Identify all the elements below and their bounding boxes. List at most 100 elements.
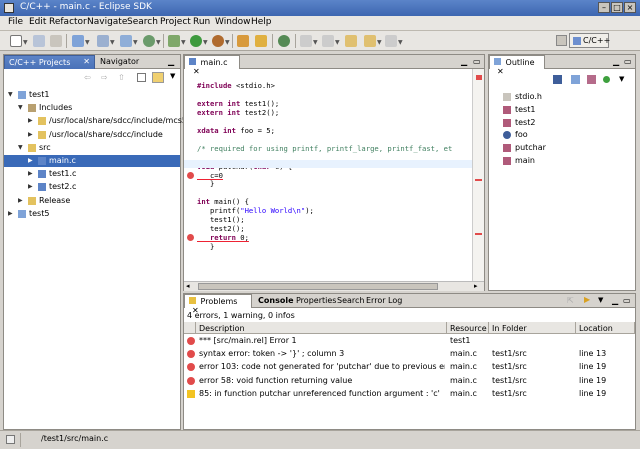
external-tools-icon[interactable] xyxy=(212,35,224,47)
collapse-icon[interactable]: ▼ xyxy=(18,144,23,151)
column-in-folder[interactable]: In Folder xyxy=(489,322,576,334)
perspective-switcher[interactable]: C/C++ xyxy=(569,33,610,48)
outline-item[interactable]: stdio.h xyxy=(489,91,635,103)
code-line[interactable]: c=0 xyxy=(197,171,223,180)
maximize-icon[interactable]: ▭ xyxy=(473,57,481,66)
expand-icon[interactable]: ▶ xyxy=(28,131,33,138)
hide-static-icon[interactable] xyxy=(587,75,596,84)
search-icon[interactable] xyxy=(255,35,267,47)
menu-search[interactable]: Search xyxy=(127,17,158,27)
outline-item[interactable]: test2 xyxy=(489,117,635,129)
back-icon[interactable] xyxy=(364,35,376,47)
tab-cpp-projects[interactable]: C/C++ Projects ✕ xyxy=(4,55,95,69)
close-icon[interactable]: ✕ xyxy=(497,67,504,76)
code-line[interactable]: test2(); xyxy=(197,224,245,233)
close-icon[interactable]: ✕ xyxy=(83,57,90,66)
code-line[interactable]: extern int test2(); xyxy=(197,108,279,117)
maximize-button[interactable]: □ xyxy=(611,2,623,13)
build-icon[interactable] xyxy=(143,35,155,47)
minimize-icon[interactable]: ▁ xyxy=(612,296,618,305)
expand-icon[interactable]: ▶ xyxy=(28,157,33,164)
link-editor-icon[interactable] xyxy=(152,72,164,83)
chevron-down-icon[interactable]: ▼ xyxy=(23,39,28,46)
problem-row[interactable]: error 103: code not generated for 'putch… xyxy=(184,361,635,373)
filter-icon[interactable]: ▶ xyxy=(584,295,590,304)
tree-item[interactable]: ▶ main.c xyxy=(4,155,180,167)
horizontal-scrollbar[interactable]: ◂ ▸ xyxy=(184,281,484,291)
tree-item[interactable]: ▶ Release xyxy=(4,195,180,207)
code-line[interactable]: int main() { xyxy=(197,197,249,206)
forward-icon[interactable] xyxy=(385,35,397,47)
expand-icon[interactable]: ▶ xyxy=(28,117,33,124)
view-menu-icon[interactable]: ▼ xyxy=(170,72,175,80)
tree-item[interactable]: ▶ test1.c xyxy=(4,168,180,180)
collapse-icon[interactable]: ▼ xyxy=(18,104,23,111)
tree-item[interactable]: ▼ Includes xyxy=(4,102,180,114)
outline-item[interactable]: main xyxy=(489,155,635,167)
new-class-icon[interactable] xyxy=(120,35,132,47)
forward-icon[interactable]: ⇨ xyxy=(101,73,111,82)
menu-run[interactable]: Run xyxy=(193,17,210,27)
minimize-button[interactable]: – xyxy=(598,2,610,13)
problem-row[interactable]: *** [src/main.rel] Error 1 test1 xyxy=(184,335,635,347)
hide-fields-icon[interactable] xyxy=(571,75,580,84)
back-icon[interactable]: ⇦ xyxy=(84,73,94,82)
tab-main-c[interactable]: main.c ✕ xyxy=(184,55,240,76)
minimize-icon[interactable]: ▁ xyxy=(168,57,174,66)
code-line[interactable]: /* required for using printf, printf_lar… xyxy=(197,144,452,153)
menu-help[interactable]: Help xyxy=(251,17,272,27)
collapse-icon[interactable]: ▼ xyxy=(8,91,13,98)
code-line[interactable]: printf("Hello World\n"); xyxy=(197,206,314,215)
menu-file[interactable]: File xyxy=(8,17,23,27)
sort-icon[interactable] xyxy=(553,75,562,84)
error-marker[interactable] xyxy=(475,179,482,181)
outline-item[interactable]: test1 xyxy=(489,104,635,116)
fast-view-icon[interactable] xyxy=(6,435,15,444)
tab-error-log[interactable]: Error Log xyxy=(362,294,406,308)
problem-row[interactable]: 85: in function putchar unreferenced fun… xyxy=(184,388,635,400)
error-marker[interactable] xyxy=(475,233,482,235)
outline-item[interactable]: foo xyxy=(489,129,635,141)
tree-item[interactable]: ▶ /usr/local/share/sdcc/include/mcs51 xyxy=(4,115,192,127)
error-icon[interactable] xyxy=(187,171,194,179)
open-perspective-icon[interactable] xyxy=(556,35,567,46)
maximize-icon[interactable]: ▭ xyxy=(623,296,631,305)
view-menu-icon[interactable]: ▼ xyxy=(598,296,603,304)
new-project-icon[interactable] xyxy=(72,35,84,47)
tree-item[interactable]: ▼ src xyxy=(4,142,180,154)
column-location[interactable]: Location xyxy=(576,322,635,334)
tab-console[interactable]: Console xyxy=(254,294,298,308)
menu-window[interactable]: Window xyxy=(215,17,251,27)
scrollbar-thumb[interactable] xyxy=(198,283,438,290)
prev-annotation-icon[interactable] xyxy=(300,35,312,47)
code-area[interactable]: #include <stdio.h> extern int test1(); ext… xyxy=(184,69,472,281)
tree-item[interactable]: ▶ /usr/local/share/sdcc/include xyxy=(4,129,180,141)
toggle-mark-icon[interactable] xyxy=(278,35,290,47)
outline-item[interactable]: putchar xyxy=(489,142,635,154)
tab-problems[interactable]: Problems ✕ xyxy=(184,294,252,315)
save-icon[interactable] xyxy=(33,35,45,47)
column-description[interactable]: Description xyxy=(196,322,447,334)
view-menu-icon[interactable]: ▼ xyxy=(619,75,624,83)
collapse-all-icon[interactable] xyxy=(137,73,146,82)
up-icon[interactable]: ⇧ xyxy=(118,73,128,82)
menu-edit[interactable]: Edit xyxy=(29,17,46,27)
expand-icon[interactable]: ▶ xyxy=(28,183,33,190)
hide-nonpublic-icon[interactable] xyxy=(603,76,610,83)
last-edit-icon[interactable] xyxy=(345,35,357,47)
new-icon[interactable] xyxy=(10,35,22,47)
minimize-icon[interactable]: ▁ xyxy=(461,57,467,66)
tab-navigator[interactable]: Navigator xyxy=(96,55,142,69)
code-line[interactable]: return 0; xyxy=(197,233,249,242)
severity-column-header[interactable] xyxy=(184,322,196,334)
expand-icon[interactable]: ▶ xyxy=(28,170,33,177)
expand-icon[interactable]: ▶ xyxy=(18,197,23,204)
new-folder-icon[interactable] xyxy=(97,35,109,47)
tree-item[interactable]: ▶ test5 xyxy=(4,208,180,220)
code-line[interactable]: extern int test1(); xyxy=(197,99,279,108)
code-line[interactable]: xdata int foo = 5; xyxy=(197,126,275,135)
code-line[interactable]: } xyxy=(197,242,214,251)
open-type-icon[interactable] xyxy=(237,35,249,47)
tree-item[interactable]: ▼ test1 xyxy=(4,89,180,101)
code-line[interactable]: #include <stdio.h> xyxy=(197,81,275,90)
